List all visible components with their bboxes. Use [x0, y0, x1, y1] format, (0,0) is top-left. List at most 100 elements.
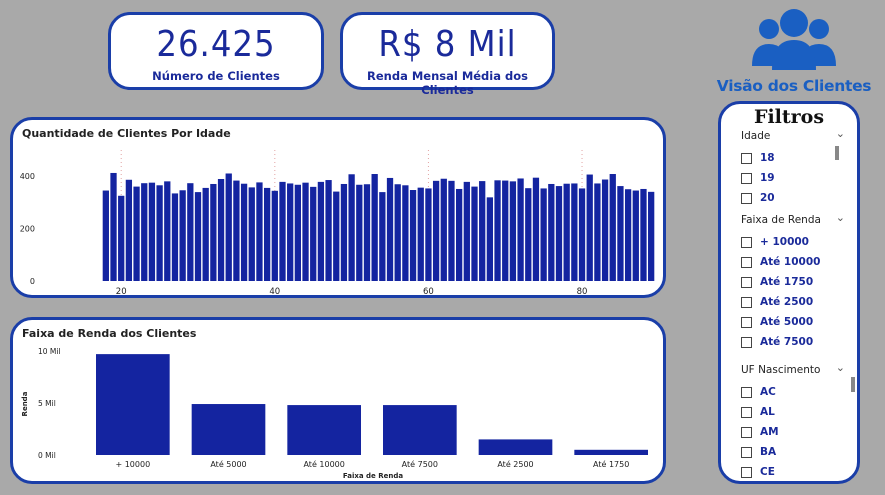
- chevron-down-icon[interactable]: ⌄: [836, 211, 845, 224]
- age-bar: [494, 180, 501, 281]
- filter-uf: UF Nascimento ⌄ AC AL AM BA CE: [741, 361, 853, 481]
- age-bar: [624, 189, 632, 281]
- y-tick-label: 0: [30, 277, 35, 286]
- age-bar: [425, 188, 432, 281]
- filter-option[interactable]: AL: [741, 402, 853, 422]
- age-bar: [594, 183, 601, 281]
- age-bar: [363, 184, 371, 281]
- age-bar: [187, 183, 194, 281]
- age-bar: [525, 188, 532, 281]
- age-chart-card: Quantidade de Clientes Por Idade 0 200 400…: [10, 117, 666, 298]
- filters-title: Filtros: [753, 106, 825, 128]
- checkbox[interactable]: [741, 406, 752, 418]
- x-tick-label: 20: [116, 287, 127, 295]
- filter-option[interactable]: AM: [741, 422, 853, 442]
- age-bar: [540, 188, 547, 281]
- age-bar: [179, 190, 186, 281]
- filter-option[interactable]: Até 2500: [741, 292, 853, 312]
- age-bar: [356, 184, 363, 281]
- filter-option[interactable]: Até 10000: [741, 252, 853, 272]
- filter-option-label: CE: [760, 466, 775, 478]
- age-bar: [310, 186, 317, 281]
- filter-option[interactable]: 20: [741, 188, 853, 208]
- filter-uf-scrollbar[interactable]: [851, 377, 855, 392]
- age-bar: [125, 179, 133, 281]
- filter-option[interactable]: 19: [741, 168, 853, 188]
- filter-option-label: + 10000: [760, 236, 809, 248]
- age-bar: [394, 184, 401, 281]
- checkbox[interactable]: [741, 336, 752, 348]
- brand-title: Visão dos Clientes: [716, 77, 872, 95]
- age-bar: [325, 180, 332, 281]
- y-tick-label: 400: [20, 172, 35, 181]
- age-bar: [532, 177, 540, 281]
- age-bar: [463, 181, 470, 281]
- age-bar: [148, 182, 156, 281]
- filter-idade-scrollbar[interactable]: [835, 146, 839, 160]
- age-bar: [348, 174, 355, 281]
- age-bar: [202, 187, 209, 281]
- kpi-income-label: Renda Mensal Média dos Clientes: [367, 69, 528, 97]
- x-tick-label: Até 2500: [497, 459, 533, 469]
- y-tick-label: 5 Mil: [38, 399, 56, 408]
- checkbox[interactable]: [741, 296, 752, 308]
- filter-option[interactable]: BA: [741, 442, 853, 462]
- age-bar: [141, 183, 148, 281]
- age-bar: [502, 180, 509, 281]
- age-bar: [402, 185, 409, 281]
- filter-uf-label: UF Nascimento: [741, 364, 821, 376]
- chevron-down-icon[interactable]: ⌄: [836, 361, 845, 374]
- filter-option-label: 19: [760, 172, 775, 184]
- filter-option[interactable]: Até 1750: [741, 272, 853, 292]
- x-tick-label: Até 1750: [593, 459, 629, 469]
- checkbox[interactable]: [741, 466, 752, 478]
- checkbox[interactable]: [741, 152, 752, 164]
- age-bar: [340, 183, 348, 281]
- chevron-down-icon[interactable]: ⌄: [836, 127, 845, 140]
- age-chart: 0 200 400 20 40 60 80: [20, 150, 655, 295]
- filter-option[interactable]: Até 5000: [741, 312, 853, 332]
- filter-option[interactable]: Até 7500: [741, 332, 853, 352]
- filter-option[interactable]: AC: [741, 382, 853, 402]
- income-bar: [383, 405, 457, 455]
- age-bar: [240, 183, 248, 281]
- checkbox[interactable]: [741, 192, 752, 204]
- y-tick-label: 200: [20, 225, 35, 234]
- age-bar: [164, 181, 171, 281]
- filter-option[interactable]: + 10000: [741, 232, 853, 252]
- x-tick-label: Até 5000: [210, 459, 246, 469]
- age-bar: [217, 178, 225, 281]
- checkbox[interactable]: [741, 256, 752, 268]
- age-bar: [386, 177, 394, 281]
- age-bar: [256, 182, 263, 281]
- income-chart-card: Faixa de Renda dos Clientes 0 Mil 5 Mil 10…: [10, 317, 666, 484]
- filter-option-label: Até 7500: [760, 336, 814, 348]
- age-bar: [110, 172, 117, 281]
- filter-option-label: AM: [760, 426, 779, 438]
- age-bar: [409, 190, 417, 281]
- income-bar: [96, 354, 170, 455]
- checkbox[interactable]: [741, 386, 752, 398]
- checkbox[interactable]: [741, 316, 752, 328]
- age-bar: [609, 174, 616, 281]
- kpi-income-value: R$ 8 Mil: [378, 24, 517, 65]
- checkbox[interactable]: [741, 172, 752, 184]
- age-bar: [448, 180, 455, 281]
- age-bar: [171, 193, 179, 281]
- age-bar: [563, 183, 570, 281]
- filter-option-label: AL: [760, 406, 775, 418]
- kpi-card-income: R$ 8 Mil Renda Mensal Média dos Clientes: [340, 12, 555, 97]
- filter-option-label: BA: [760, 446, 777, 458]
- checkbox[interactable]: [741, 276, 752, 288]
- filter-option-label: Até 10000: [760, 256, 821, 268]
- checkbox[interactable]: [741, 236, 752, 248]
- filter-option[interactable]: CE: [741, 462, 853, 481]
- age-bar: [517, 178, 524, 281]
- filter-uf-header[interactable]: UF Nascimento ⌄: [741, 361, 853, 382]
- filter-faixa-header[interactable]: Faixa de Renda ⌄: [741, 211, 853, 232]
- x-tick-label: Até 10000: [303, 459, 344, 469]
- checkbox[interactable]: [741, 426, 752, 438]
- filter-faixa-label: Faixa de Renda: [741, 214, 821, 226]
- checkbox[interactable]: [741, 446, 752, 458]
- x-tick-label: 60: [423, 287, 434, 295]
